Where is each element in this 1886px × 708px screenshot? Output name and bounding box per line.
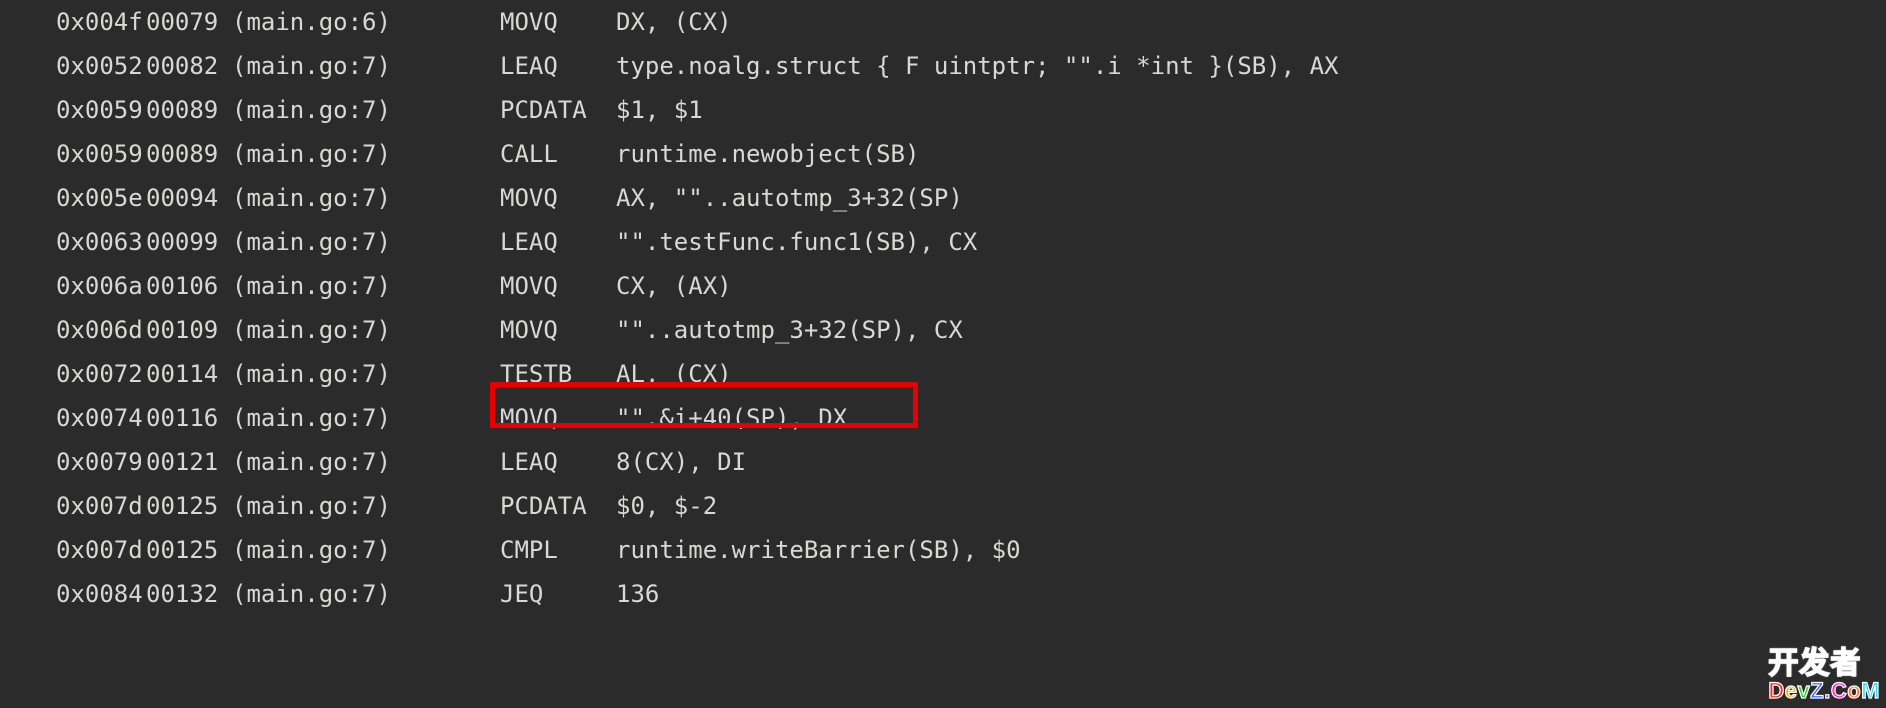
asm-offset: 00125 — [146, 484, 232, 528]
asm-address: 0x0072 — [56, 352, 146, 396]
asm-source-ref: (main.go:7) — [232, 176, 500, 220]
asm-args: DX, (CX) — [616, 0, 732, 44]
asm-row: 0x005e00094(main.go:7)MOVQAX, ""..autotm… — [56, 176, 1886, 220]
asm-offset: 00099 — [146, 220, 232, 264]
asm-mnemonic: CMPL — [500, 528, 616, 572]
asm-row: 0x007900121(main.go:7)LEAQ8(CX), DI — [56, 440, 1886, 484]
asm-address: 0x0084 — [56, 572, 146, 616]
asm-mnemonic: MOVQ — [500, 0, 616, 44]
asm-offset: 00121 — [146, 440, 232, 484]
asm-source-ref: (main.go:7) — [232, 132, 500, 176]
asm-source-ref: (main.go:7) — [232, 308, 500, 352]
asm-args: ""..autotmp_3+32(SP), CX — [616, 308, 963, 352]
asm-offset: 00082 — [146, 44, 232, 88]
asm-mnemonic: MOVQ — [500, 308, 616, 352]
asm-address: 0x0059 — [56, 88, 146, 132]
asm-offset: 00132 — [146, 572, 232, 616]
asm-args: $0, $-2 — [616, 484, 717, 528]
asm-offset: 00089 — [146, 88, 232, 132]
asm-source-ref: (main.go:7) — [232, 396, 500, 440]
asm-mnemonic: LEAQ — [500, 440, 616, 484]
asm-row: 0x004f00079(main.go:6)MOVQDX, (CX) — [56, 0, 1886, 44]
asm-address: 0x004f — [56, 0, 146, 44]
asm-offset: 00114 — [146, 352, 232, 396]
asm-row: 0x008400132(main.go:7)JEQ136 — [56, 572, 1886, 616]
asm-row: 0x007400116(main.go:7)MOVQ"".&i+40(SP), … — [56, 396, 1886, 440]
asm-address: 0x0079 — [56, 440, 146, 484]
asm-args: AX, ""..autotmp_3+32(SP) — [616, 176, 963, 220]
asm-offset: 00125 — [146, 528, 232, 572]
asm-args: $1, $1 — [616, 88, 703, 132]
asm-mnemonic: LEAQ — [500, 220, 616, 264]
watermark: 开发者 DevZ.CoM — [1768, 649, 1880, 702]
watermark-en: DevZ.CoM — [1768, 680, 1880, 702]
asm-mnemonic: PCDATA — [500, 88, 616, 132]
asm-mnemonic: CALL — [500, 132, 616, 176]
asm-mnemonic: MOVQ — [500, 396, 616, 440]
asm-mnemonic: LEAQ — [500, 44, 616, 88]
asm-args: "".&i+40(SP), DX — [616, 396, 847, 440]
asm-source-ref: (main.go:7) — [232, 352, 500, 396]
asm-row: 0x006d00109(main.go:7)MOVQ""..autotmp_3+… — [56, 308, 1886, 352]
asm-mnemonic: PCDATA — [500, 484, 616, 528]
asm-args: 8(CX), DI — [616, 440, 746, 484]
asm-args: runtime.writeBarrier(SB), $0 — [616, 528, 1021, 572]
asm-address: 0x006d — [56, 308, 146, 352]
asm-address: 0x0074 — [56, 396, 146, 440]
asm-offset: 00106 — [146, 264, 232, 308]
assembly-listing: 0x004f00079(main.go:6)MOVQDX, (CX)0x0052… — [0, 0, 1886, 616]
asm-row: 0x005900089(main.go:7)PCDATA$1, $1 — [56, 88, 1886, 132]
asm-offset: 00094 — [146, 176, 232, 220]
asm-source-ref: (main.go:7) — [232, 528, 500, 572]
asm-args: CX, (AX) — [616, 264, 732, 308]
asm-row: 0x007d00125(main.go:7)CMPLruntime.writeB… — [56, 528, 1886, 572]
asm-offset: 00079 — [146, 0, 232, 44]
asm-mnemonic: MOVQ — [500, 264, 616, 308]
asm-args: runtime.newobject(SB) — [616, 132, 919, 176]
asm-source-ref: (main.go:7) — [232, 88, 500, 132]
asm-row: 0x007d00125(main.go:7)PCDATA$0, $-2 — [56, 484, 1886, 528]
asm-offset: 00089 — [146, 132, 232, 176]
asm-row: 0x006a00106(main.go:7)MOVQCX, (AX) — [56, 264, 1886, 308]
asm-args: type.noalg.struct { F uintptr; "".i *int… — [616, 44, 1338, 88]
asm-args: "".testFunc.func1(SB), CX — [616, 220, 977, 264]
asm-address: 0x005e — [56, 176, 146, 220]
asm-address: 0x0052 — [56, 44, 146, 88]
asm-offset: 00116 — [146, 396, 232, 440]
asm-mnemonic: JEQ — [500, 572, 616, 616]
asm-source-ref: (main.go:7) — [232, 220, 500, 264]
asm-source-ref: (main.go:7) — [232, 440, 500, 484]
asm-address: 0x007d — [56, 484, 146, 528]
asm-source-ref: (main.go:7) — [232, 264, 500, 308]
asm-args: AL, (CX) — [616, 352, 732, 396]
asm-address: 0x006a — [56, 264, 146, 308]
asm-address: 0x0063 — [56, 220, 146, 264]
asm-source-ref: (main.go:7) — [232, 572, 500, 616]
asm-address: 0x0059 — [56, 132, 146, 176]
asm-mnemonic: TESTB — [500, 352, 616, 396]
asm-row: 0x005900089(main.go:7)CALLruntime.newobj… — [56, 132, 1886, 176]
asm-offset: 00109 — [146, 308, 232, 352]
asm-mnemonic: MOVQ — [500, 176, 616, 220]
asm-source-ref: (main.go:6) — [232, 0, 500, 44]
asm-row: 0x006300099(main.go:7)LEAQ"".testFunc.fu… — [56, 220, 1886, 264]
asm-row: 0x005200082(main.go:7)LEAQtype.noalg.str… — [56, 44, 1886, 88]
asm-address: 0x007d — [56, 528, 146, 572]
watermark-cn: 开发者 — [1768, 649, 1880, 680]
asm-source-ref: (main.go:7) — [232, 44, 500, 88]
asm-args: 136 — [616, 572, 659, 616]
asm-source-ref: (main.go:7) — [232, 484, 500, 528]
asm-row: 0x007200114(main.go:7)TESTBAL, (CX) — [56, 352, 1886, 396]
